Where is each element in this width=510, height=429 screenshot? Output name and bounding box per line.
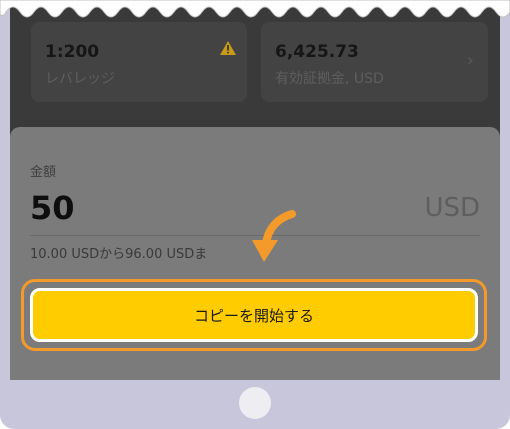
amount-currency: USD <box>424 193 480 223</box>
leverage-value: 1:200 <box>45 42 100 62</box>
warning-icon <box>220 41 236 55</box>
amount-label: 金額 <box>30 165 57 180</box>
start-button-highlight: コピーを開始する <box>21 279 487 351</box>
margin-label: 有効証拠金, USD <box>275 71 384 87</box>
amount-range-hint: 10.00 USDから96.00 USDま <box>30 247 208 262</box>
margin-card[interactable]: 6,425.73 有効証拠金, USD › <box>261 22 488 102</box>
leverage-label: レバレッジ <box>45 71 115 87</box>
device-frame: 1:200 レバレッジ 6,425.73 有効証拠金, USD › 金額 50 … <box>0 0 510 429</box>
start-copy-button-label: コピーを開始する <box>193 306 314 325</box>
chevron-right-icon: › <box>466 50 474 71</box>
start-copy-button[interactable]: コピーを開始する <box>30 288 478 342</box>
torn-edge <box>0 0 510 18</box>
app-screen: 1:200 レバレッジ 6,425.73 有効証拠金, USD › 金額 50 … <box>10 0 500 380</box>
pointer-arrow-icon <box>252 210 296 262</box>
home-button[interactable] <box>239 387 271 419</box>
leverage-card: 1:200 レバレッジ <box>31 22 247 102</box>
margin-value: 6,425.73 <box>275 42 359 62</box>
amount-input[interactable]: 50 <box>30 189 75 227</box>
